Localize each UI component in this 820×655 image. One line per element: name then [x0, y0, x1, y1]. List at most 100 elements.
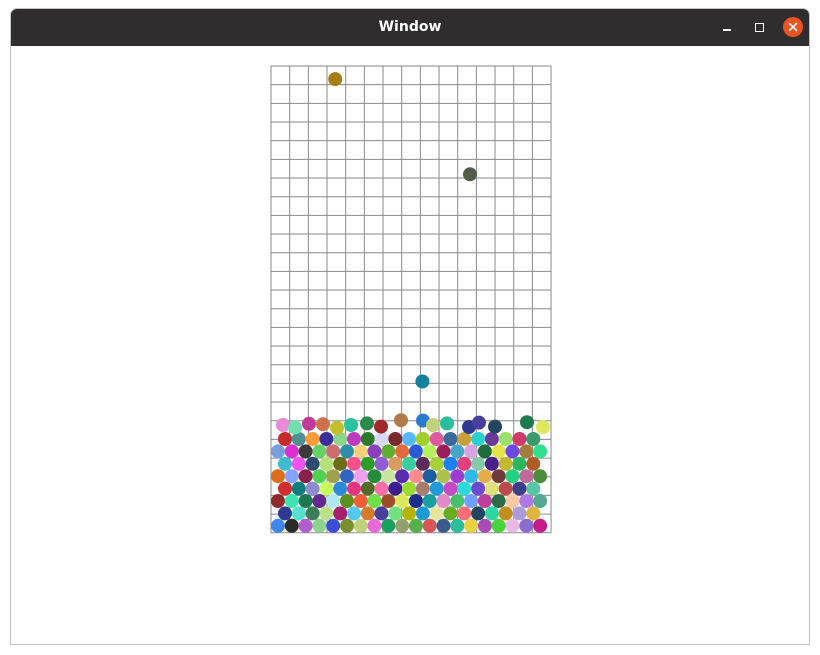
ball — [367, 518, 382, 533]
title-bar[interactable]: Window — [11, 9, 809, 46]
ball — [388, 506, 403, 521]
close-button[interactable] — [783, 17, 803, 37]
minimize-button[interactable] — [717, 17, 737, 37]
window-content — [11, 46, 809, 645]
ball — [429, 432, 444, 446]
ball — [353, 518, 368, 533]
ball — [464, 469, 479, 484]
ball — [340, 444, 354, 459]
ball — [440, 416, 454, 431]
ball — [402, 456, 417, 471]
ball — [402, 432, 417, 446]
ball — [353, 444, 368, 459]
ball — [271, 494, 285, 508]
ball — [333, 481, 348, 496]
ball — [422, 469, 437, 484]
ball — [415, 432, 430, 446]
ball — [312, 469, 327, 484]
ball — [381, 469, 396, 484]
ball — [330, 420, 344, 435]
ball — [271, 444, 285, 459]
ball — [533, 494, 548, 508]
ball — [278, 456, 292, 471]
ball — [326, 469, 341, 484]
ball — [429, 481, 444, 496]
ball — [471, 506, 486, 521]
ball — [367, 469, 382, 484]
ball — [484, 481, 499, 496]
ball — [395, 444, 410, 459]
ball — [464, 494, 479, 508]
ball — [526, 481, 541, 496]
ball — [533, 469, 548, 484]
ball — [519, 518, 534, 533]
ball — [443, 432, 458, 446]
ball — [278, 481, 292, 496]
ball — [471, 456, 486, 471]
ball — [353, 469, 368, 484]
ball — [305, 506, 320, 521]
ball — [519, 469, 534, 484]
ball — [505, 494, 520, 508]
maximize-button[interactable] — [749, 17, 769, 37]
ball — [340, 518, 354, 533]
ball — [526, 456, 541, 471]
ball — [381, 444, 396, 459]
ball — [316, 417, 330, 432]
falling-ball — [328, 72, 343, 87]
ball — [305, 481, 320, 496]
ball — [450, 494, 465, 508]
ball — [388, 481, 403, 496]
ball — [533, 518, 548, 533]
ball — [498, 432, 513, 446]
ball — [344, 418, 358, 432]
ball — [278, 506, 292, 521]
ball — [426, 418, 440, 432]
ball — [415, 456, 430, 471]
falling-ball — [463, 167, 477, 182]
ball — [319, 481, 334, 496]
ball — [305, 432, 320, 446]
ball — [505, 518, 520, 533]
ball — [505, 469, 520, 484]
ball — [436, 518, 451, 533]
ball — [491, 518, 506, 533]
ball — [498, 481, 513, 496]
ball — [498, 506, 513, 521]
ball — [360, 456, 375, 471]
ball — [520, 415, 534, 430]
ball — [512, 481, 527, 496]
ball — [278, 432, 292, 446]
app-window: Window — [10, 8, 810, 645]
ball — [457, 506, 472, 521]
ball — [477, 469, 492, 484]
ball — [512, 432, 527, 446]
game-board[interactable] — [11, 46, 809, 645]
ball — [505, 444, 520, 459]
ball — [367, 444, 382, 459]
ball — [291, 506, 306, 521]
ball — [395, 518, 410, 533]
ball — [471, 481, 486, 496]
ball — [319, 456, 334, 471]
ball — [491, 444, 506, 459]
ball — [457, 481, 472, 496]
ball — [360, 481, 375, 496]
ball — [436, 444, 451, 459]
ball — [429, 456, 444, 471]
ball — [284, 494, 299, 508]
ball — [519, 494, 534, 508]
ball — [367, 494, 382, 508]
ball — [402, 506, 417, 521]
ball — [477, 518, 492, 533]
ball — [326, 444, 341, 459]
ball — [276, 418, 290, 432]
ball — [443, 506, 458, 521]
ball — [340, 469, 354, 484]
ball — [388, 432, 403, 446]
ball — [395, 469, 410, 484]
ball — [408, 518, 423, 533]
ball — [347, 506, 361, 521]
ball — [360, 506, 375, 521]
maximize-icon — [754, 22, 764, 32]
